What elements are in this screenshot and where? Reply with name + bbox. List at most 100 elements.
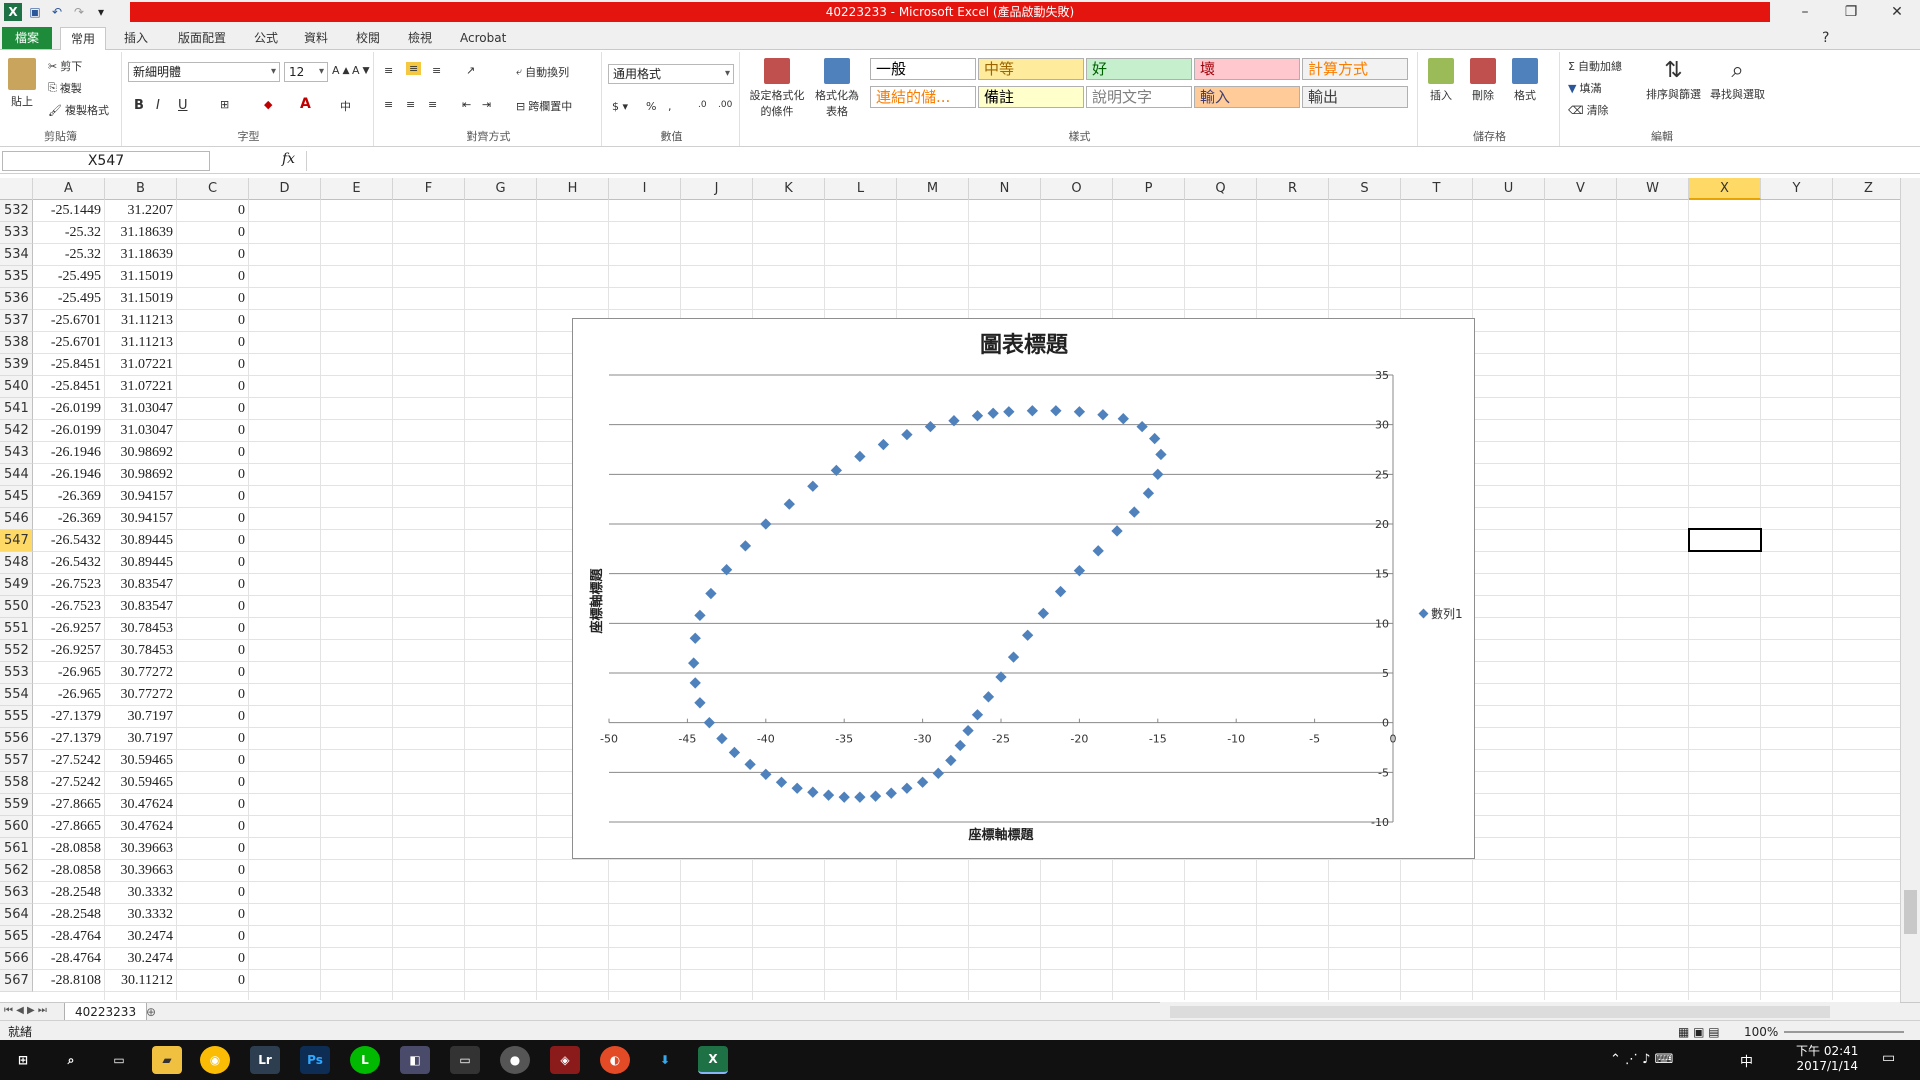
column-header-m[interactable]: M [897, 178, 969, 200]
vertical-scroll-thumb[interactable] [1904, 890, 1917, 934]
cell-style-6[interactable]: 備註 [978, 86, 1084, 108]
paste-button[interactable]: 貼上 [8, 58, 36, 109]
cell-b[interactable]: 30.77272 [105, 662, 177, 684]
row-header[interactable]: 552 [0, 640, 33, 662]
row-header[interactable]: 560 [0, 816, 33, 838]
cut-button[interactable]: ✂ 剪下 [48, 58, 82, 74]
cell-a[interactable]: -26.5432 [33, 530, 105, 552]
column-header-y[interactable]: Y [1761, 178, 1833, 200]
cell-a[interactable]: -27.1379 [33, 706, 105, 728]
column-header-k[interactable]: K [753, 178, 825, 200]
cell-b[interactable]: 30.7197 [105, 728, 177, 750]
orientation-icon[interactable]: ↗ [466, 64, 475, 77]
cell-a[interactable]: -26.965 [33, 684, 105, 706]
row-header[interactable]: 548 [0, 552, 33, 574]
row-header[interactable]: 562 [0, 860, 33, 882]
lightroom-icon[interactable]: Lr [250, 1046, 280, 1074]
cell-b[interactable]: 30.83547 [105, 574, 177, 596]
cell-a[interactable]: -26.7523 [33, 574, 105, 596]
row-header[interactable]: 558 [0, 772, 33, 794]
find-select-button[interactable]: ⌕ 尋找與選取 [1710, 58, 1765, 102]
cell-a[interactable]: -27.5242 [33, 772, 105, 794]
cell-c[interactable]: 0 [177, 684, 249, 706]
cell-a[interactable]: -25.6701 [33, 332, 105, 354]
fill-button[interactable]: ▼ 填滿 [1568, 80, 1601, 96]
cell-a[interactable]: -26.965 [33, 662, 105, 684]
column-header-q[interactable]: Q [1185, 178, 1257, 200]
column-header-o[interactable]: O [1041, 178, 1113, 200]
cell-a[interactable]: -26.369 [33, 486, 105, 508]
cell-c[interactable]: 0 [177, 244, 249, 266]
percent-icon[interactable]: % [646, 100, 656, 113]
tab-file[interactable]: 檔案 [2, 27, 52, 49]
cell-b[interactable]: 30.2474 [105, 926, 177, 948]
increase-indent-icon[interactable]: ⇥ [482, 98, 491, 111]
row-header[interactable]: 556 [0, 728, 33, 750]
cell-a[interactable]: -27.1379 [33, 728, 105, 750]
column-header-a[interactable]: A [33, 178, 105, 200]
photoshop-icon[interactable]: Ps [300, 1046, 330, 1074]
row-header[interactable]: 535 [0, 266, 33, 288]
cell-c[interactable]: 0 [177, 420, 249, 442]
cell-b[interactable]: 30.77272 [105, 684, 177, 706]
row-header[interactable]: 563 [0, 882, 33, 904]
copy-button[interactable]: ⎘ 複製 [48, 80, 82, 96]
italic-icon[interactable]: I [156, 98, 160, 113]
cell-b[interactable]: 30.39663 [105, 860, 177, 882]
cell-style-0[interactable]: 一般 [870, 58, 976, 80]
row-header[interactable]: 538 [0, 332, 33, 354]
notification-icon[interactable]: ▭ [1882, 1050, 1895, 1066]
row-header[interactable]: 543 [0, 442, 33, 464]
cell-c[interactable]: 0 [177, 640, 249, 662]
cell-c[interactable]: 0 [177, 376, 249, 398]
cell-c[interactable]: 0 [177, 530, 249, 552]
cell-c[interactable]: 0 [177, 860, 249, 882]
cell-c[interactable]: 0 [177, 398, 249, 420]
row-header[interactable]: 565 [0, 926, 33, 948]
cell-b[interactable]: 30.39663 [105, 838, 177, 860]
fill-color-icon[interactable]: ◆ [264, 98, 272, 111]
cell-b[interactable]: 31.15019 [105, 288, 177, 310]
cell-b[interactable]: 31.03047 [105, 420, 177, 442]
help-icon[interactable]: ? [1812, 27, 1839, 49]
comma-icon[interactable]: , [668, 100, 672, 113]
wrap-text-button[interactable]: ⤶ 自動換列 [516, 64, 569, 80]
column-header-i[interactable]: I [609, 178, 681, 200]
cell-a[interactable]: -26.0199 [33, 420, 105, 442]
windows-start-icon[interactable]: ⊞ [8, 1046, 38, 1074]
excel-taskbar-icon[interactable]: X [698, 1046, 728, 1074]
cell-b[interactable]: 31.18639 [105, 222, 177, 244]
new-sheet-icon[interactable]: ⊕ [146, 1005, 156, 1019]
row-header[interactable]: 566 [0, 948, 33, 970]
cell-c[interactable]: 0 [177, 772, 249, 794]
align-bottom-icon[interactable]: ≡ [432, 64, 441, 77]
cell-c[interactable]: 0 [177, 882, 249, 904]
horizontal-scrollbar[interactable] [1160, 1002, 1900, 1022]
cell-a[interactable]: -27.8665 [33, 794, 105, 816]
align-middle-icon[interactable]: ≡ [406, 62, 422, 75]
line-icon[interactable]: L [350, 1046, 380, 1074]
close-button[interactable]: ✕ [1874, 0, 1920, 24]
cell-b[interactable]: 31.03047 [105, 398, 177, 420]
border-icon[interactable]: ⊞ [220, 98, 229, 111]
column-header-l[interactable]: L [825, 178, 897, 200]
autosum-button[interactable]: Σ 自動加總 [1568, 58, 1622, 74]
cell-c[interactable]: 0 [177, 288, 249, 310]
cell-a[interactable]: -27.5242 [33, 750, 105, 772]
row-header[interactable]: 537 [0, 310, 33, 332]
cell-c[interactable]: 0 [177, 706, 249, 728]
row-header[interactable]: 547 [0, 530, 33, 552]
select-all-button[interactable] [0, 178, 33, 200]
align-right-icon[interactable]: ≡ [428, 98, 437, 111]
number-format-combo[interactable]: 通用格式 [608, 64, 734, 84]
cell-a[interactable]: -25.8451 [33, 376, 105, 398]
tab-formulas[interactable]: 公式 [244, 27, 288, 49]
column-header-w[interactable]: W [1617, 178, 1689, 200]
search-icon[interactable]: ⌕ [56, 1046, 86, 1074]
tab-data[interactable]: 資料 [294, 27, 338, 49]
restore-button[interactable]: ❐ [1828, 0, 1874, 24]
row-header[interactable]: 546 [0, 508, 33, 530]
cell-b[interactable]: 30.94157 [105, 486, 177, 508]
font-name-combo[interactable]: 新細明體 [128, 62, 280, 82]
column-header-z[interactable]: Z [1833, 178, 1905, 200]
